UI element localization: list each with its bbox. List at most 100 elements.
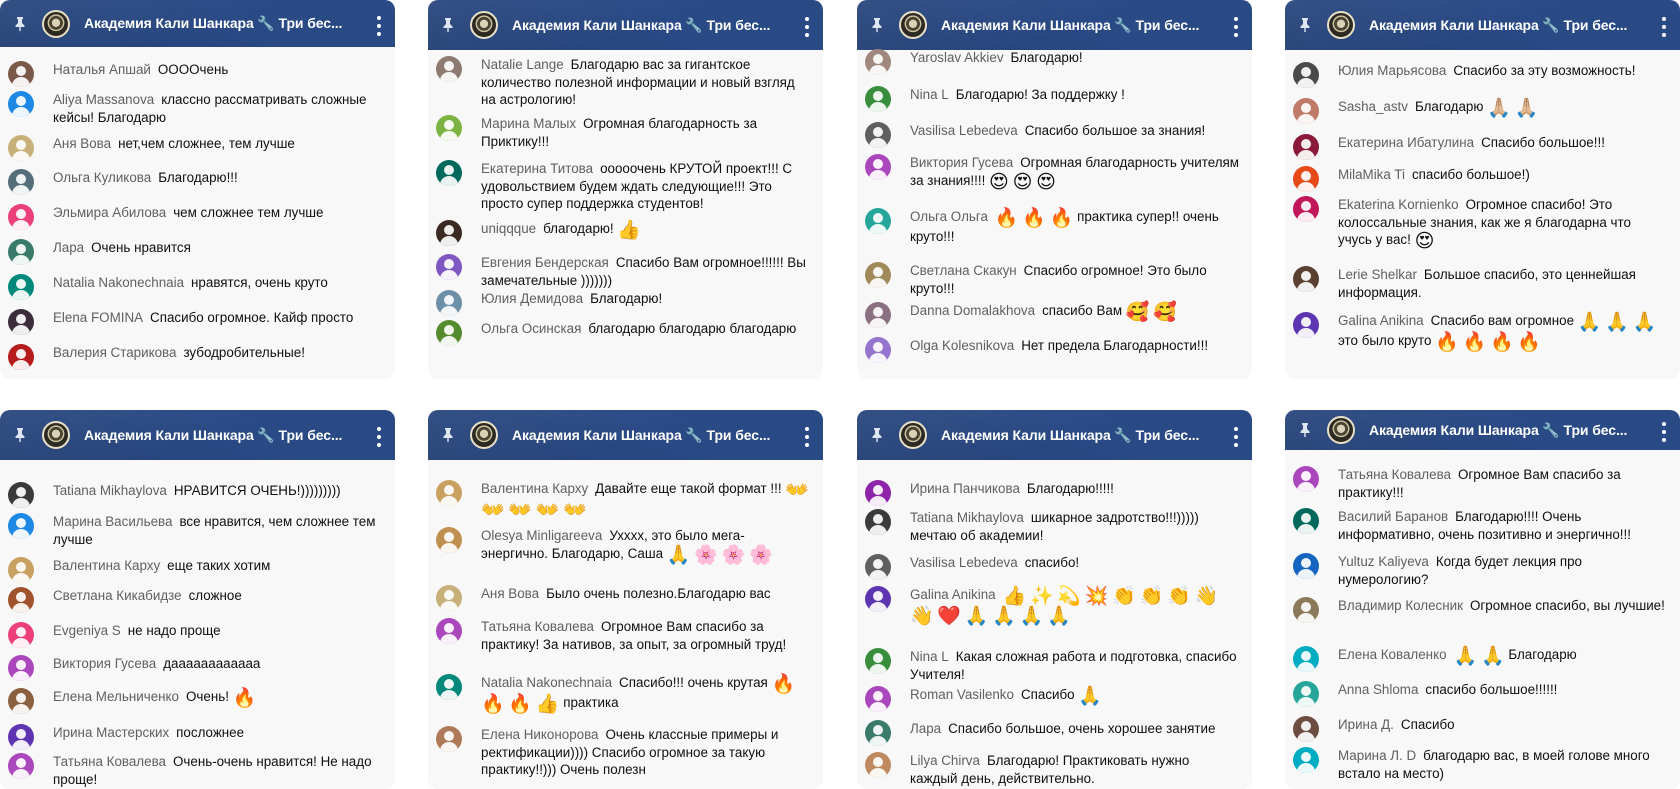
- pin-icon[interactable]: [869, 427, 885, 443]
- author-avatar[interactable]: [865, 208, 891, 234]
- more-options-icon[interactable]: [1234, 17, 1238, 37]
- author-name[interactable]: Валентина Карху: [481, 481, 588, 496]
- channel-avatar[interactable]: [42, 421, 70, 449]
- author-name[interactable]: Danna Domalakhova: [910, 303, 1035, 318]
- author-avatar[interactable]: [436, 254, 462, 280]
- channel-avatar[interactable]: [1327, 11, 1355, 39]
- author-avatar[interactable]: [1293, 166, 1319, 192]
- author-name[interactable]: Марина Л. D: [1338, 748, 1416, 763]
- author-name[interactable]: Ирина Мастерских: [53, 725, 169, 740]
- author-name[interactable]: Валерия Старикова: [53, 345, 176, 360]
- author-avatar[interactable]: [8, 91, 34, 117]
- author-avatar[interactable]: [436, 585, 462, 611]
- author-name[interactable]: Ирина Панчикова: [910, 481, 1020, 496]
- pin-icon[interactable]: [869, 17, 885, 33]
- author-avatar[interactable]: [1293, 716, 1319, 742]
- author-name[interactable]: Лара: [910, 721, 941, 736]
- author-avatar[interactable]: [865, 686, 891, 712]
- author-name[interactable]: Евгения Бендерская: [481, 255, 609, 270]
- author-avatar[interactable]: [436, 160, 462, 186]
- author-name[interactable]: Юлия Демидова: [481, 291, 583, 306]
- author-name[interactable]: uniqqque: [481, 221, 536, 236]
- author-avatar[interactable]: [865, 122, 891, 148]
- more-options-icon[interactable]: [1662, 422, 1666, 442]
- author-avatar[interactable]: [1293, 134, 1319, 160]
- author-avatar[interactable]: [8, 753, 34, 779]
- author-avatar[interactable]: [8, 204, 34, 230]
- author-name[interactable]: MilaMika Ti: [1338, 167, 1405, 182]
- author-avatar[interactable]: [8, 622, 34, 648]
- author-avatar[interactable]: [865, 648, 891, 674]
- author-avatar[interactable]: [865, 154, 891, 180]
- author-name[interactable]: Владимир Колесник: [1338, 598, 1463, 613]
- author-name[interactable]: Aliya Massanova: [53, 92, 154, 107]
- more-options-icon[interactable]: [377, 427, 381, 447]
- author-avatar[interactable]: [8, 482, 34, 508]
- author-name[interactable]: Sasha_astv: [1338, 99, 1408, 114]
- channel-avatar[interactable]: [470, 421, 498, 449]
- author-name[interactable]: Ольга Куликова: [53, 170, 151, 185]
- author-avatar[interactable]: [436, 618, 462, 644]
- channel-avatar[interactable]: [470, 11, 498, 39]
- author-avatar[interactable]: [1293, 508, 1319, 534]
- author-avatar[interactable]: [436, 320, 462, 346]
- author-avatar[interactable]: [1293, 312, 1319, 338]
- author-avatar[interactable]: [8, 587, 34, 613]
- author-name[interactable]: Natalie Lange: [481, 57, 564, 72]
- author-name[interactable]: Елена Никонорова: [481, 727, 599, 742]
- author-avatar[interactable]: [436, 220, 462, 246]
- author-avatar[interactable]: [1293, 98, 1319, 124]
- author-name[interactable]: Юлия Марьясова: [1338, 63, 1446, 78]
- author-name[interactable]: Roman Vasilenko: [910, 687, 1014, 702]
- author-avatar[interactable]: [8, 135, 34, 161]
- author-avatar[interactable]: [436, 674, 462, 700]
- author-name[interactable]: Nina L: [910, 649, 949, 664]
- author-name[interactable]: Василий Баранов: [1338, 509, 1448, 524]
- author-name[interactable]: Yultuz Kaliyeva: [1338, 554, 1429, 569]
- author-name[interactable]: Natalia Nakonechnaia: [481, 675, 612, 690]
- channel-avatar[interactable]: [42, 9, 70, 38]
- author-name[interactable]: Лара: [53, 240, 84, 255]
- author-name[interactable]: Vasilisa Lebedeva: [910, 555, 1018, 570]
- author-avatar[interactable]: [436, 527, 462, 553]
- author-avatar[interactable]: [1293, 747, 1319, 773]
- author-avatar[interactable]: [1293, 597, 1319, 623]
- author-name[interactable]: Tatiana Mikhaylova: [910, 510, 1024, 525]
- author-name[interactable]: Tatiana Mikhaylova: [53, 483, 167, 498]
- author-avatar[interactable]: [436, 726, 462, 752]
- author-avatar[interactable]: [8, 274, 34, 300]
- author-name[interactable]: Anna Shloma: [1338, 682, 1418, 697]
- more-options-icon[interactable]: [377, 16, 381, 36]
- author-avatar[interactable]: [865, 480, 891, 506]
- author-avatar[interactable]: [865, 302, 891, 328]
- author-name[interactable]: Galina Anikina: [910, 587, 996, 602]
- author-name[interactable]: Nina L: [910, 87, 949, 102]
- author-name[interactable]: Татьяна Ковалева: [1338, 467, 1451, 482]
- pin-icon[interactable]: [440, 17, 456, 33]
- author-avatar[interactable]: [8, 557, 34, 583]
- author-name[interactable]: Наталья Апшай: [53, 62, 151, 77]
- author-name[interactable]: Ольга Ольга: [910, 209, 988, 224]
- author-name[interactable]: Natalia Nakonechnaia: [53, 275, 184, 290]
- author-name[interactable]: Elena FOMINA: [53, 310, 143, 325]
- author-avatar[interactable]: [865, 337, 891, 363]
- author-name[interactable]: Елена Мельниченко: [53, 689, 179, 704]
- pin-icon[interactable]: [1297, 422, 1313, 438]
- more-options-icon[interactable]: [805, 427, 809, 447]
- author-name[interactable]: Светлана Кикабидзе: [53, 588, 182, 603]
- author-name[interactable]: Светлана Скакун: [910, 263, 1017, 278]
- author-avatar[interactable]: [865, 554, 891, 580]
- author-name[interactable]: Olga Kolesnikova: [910, 338, 1014, 353]
- author-avatar[interactable]: [1293, 646, 1319, 672]
- author-avatar[interactable]: [8, 688, 34, 714]
- pin-icon[interactable]: [440, 427, 456, 443]
- pin-icon[interactable]: [12, 427, 28, 443]
- author-avatar[interactable]: [8, 169, 34, 195]
- author-avatar[interactable]: [8, 655, 34, 681]
- pin-icon[interactable]: [12, 16, 28, 32]
- author-name[interactable]: Galina Anikina: [1338, 313, 1424, 328]
- author-avatar[interactable]: [1293, 466, 1319, 492]
- author-avatar[interactable]: [8, 61, 34, 87]
- channel-avatar[interactable]: [899, 421, 927, 449]
- author-avatar[interactable]: [1293, 196, 1319, 222]
